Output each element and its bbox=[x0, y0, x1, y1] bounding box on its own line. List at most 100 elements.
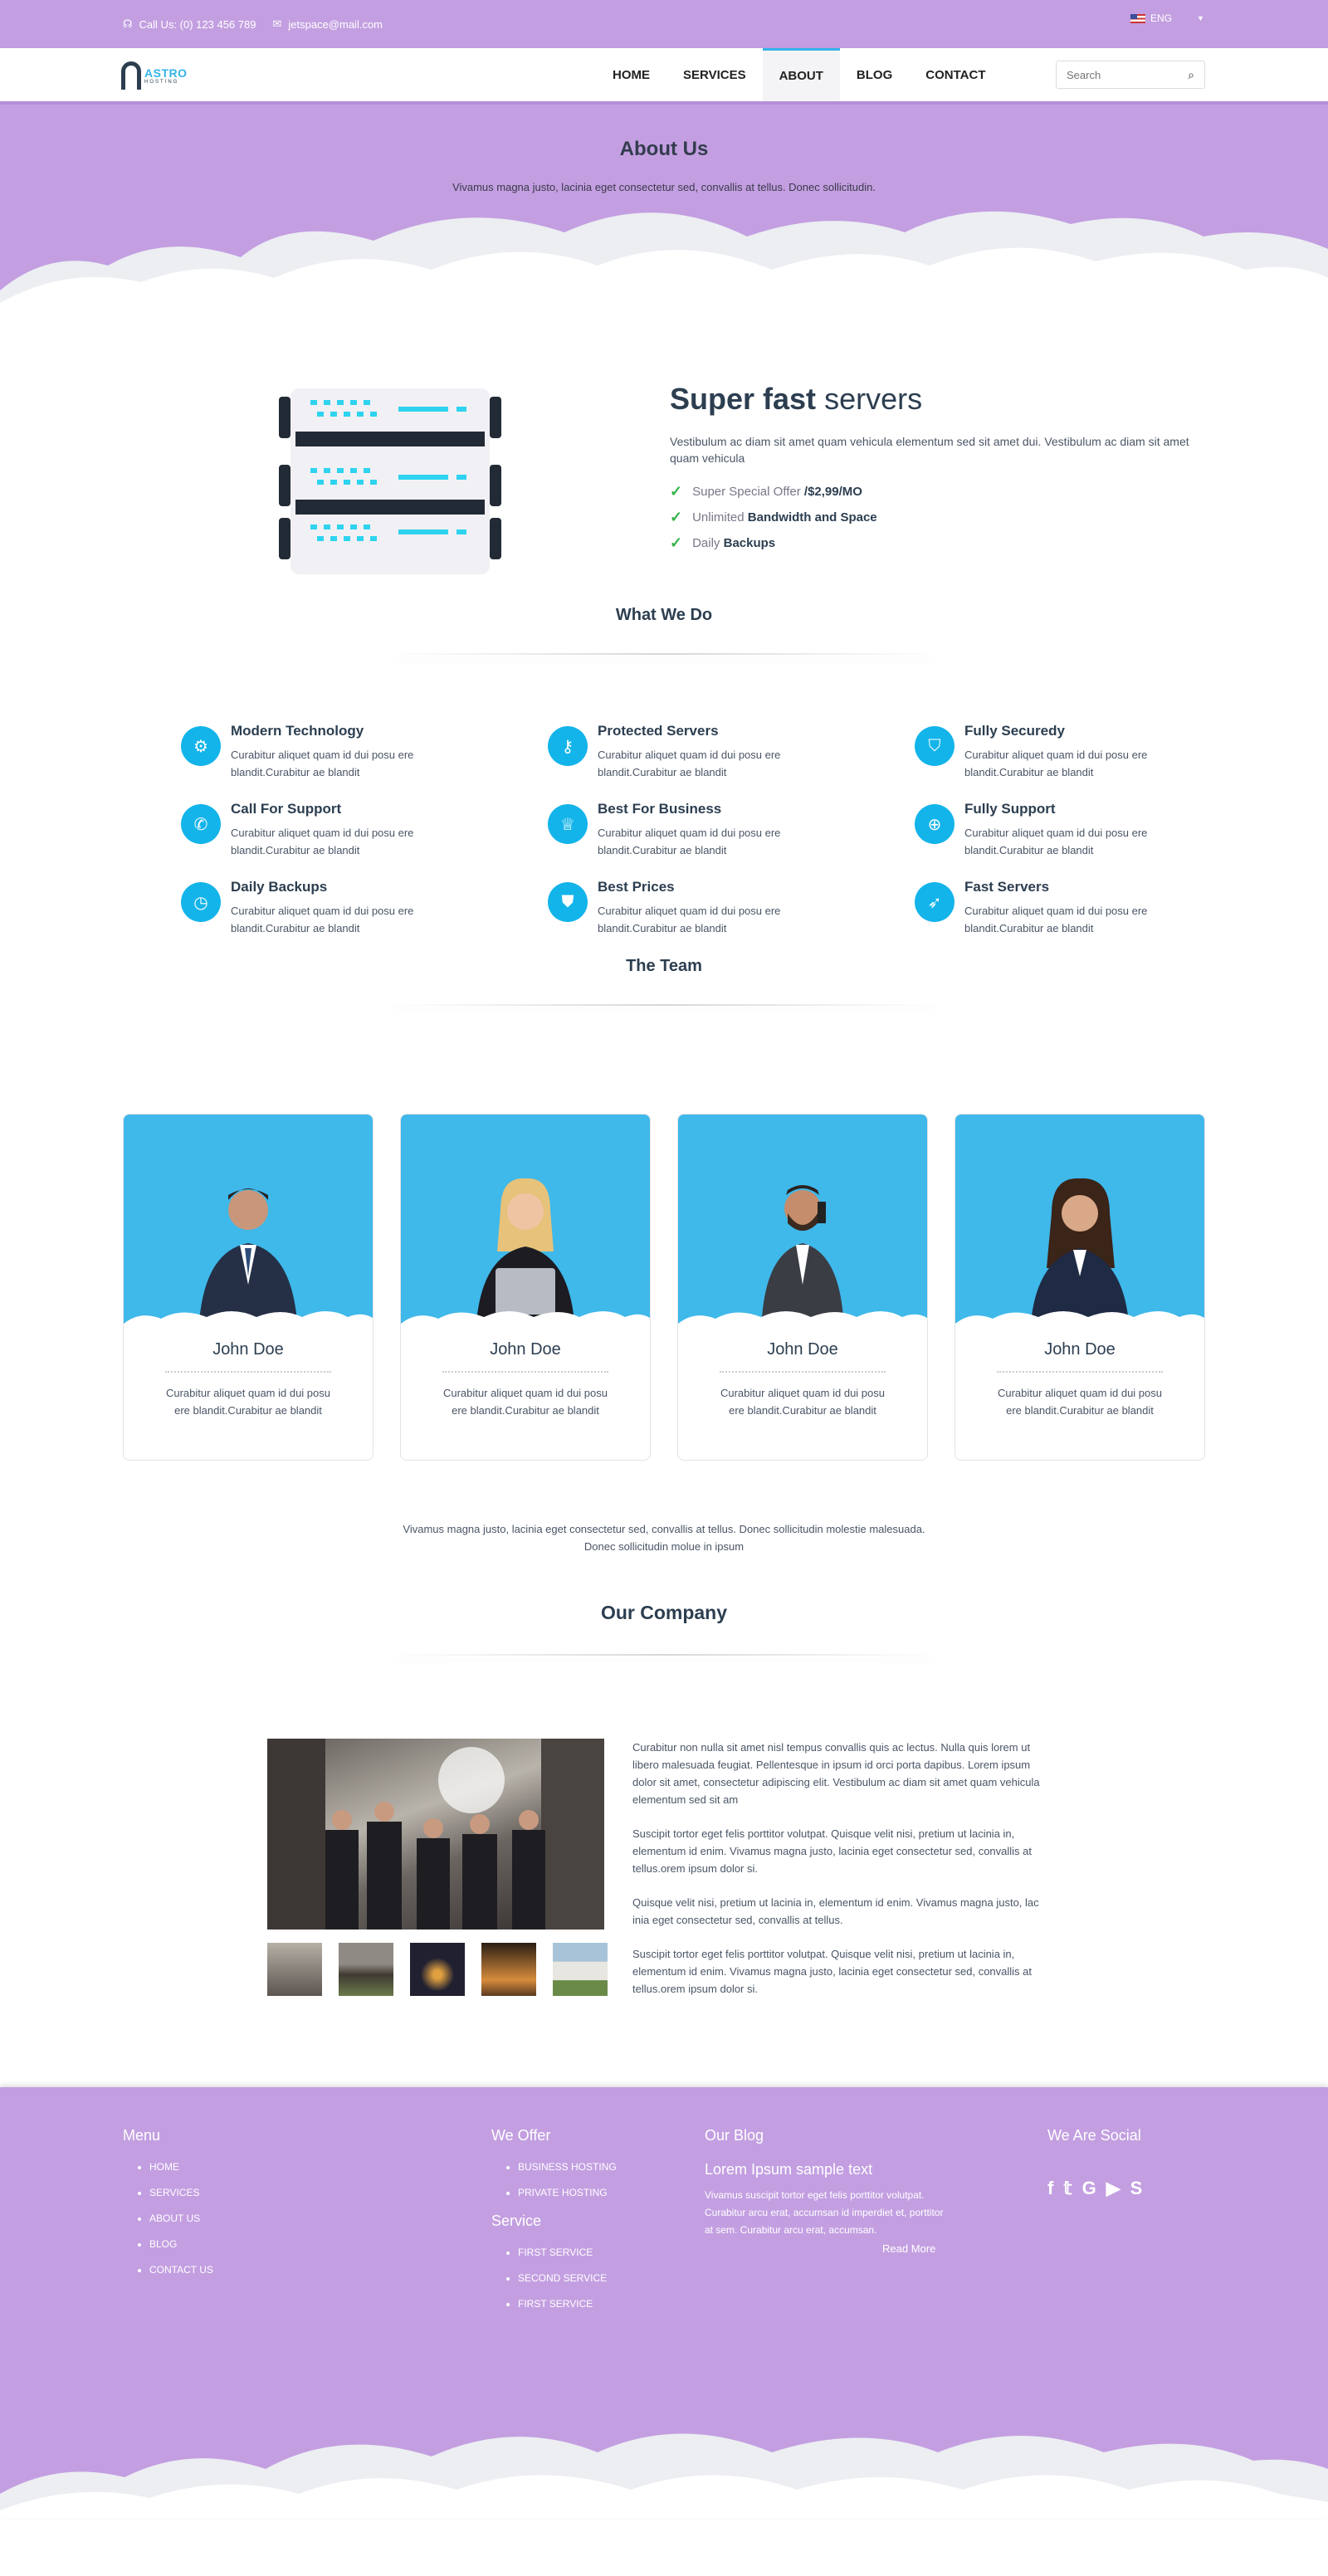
top-bar: ☊ Call Us: (0) 123 456 789 ✉ jetspace@mail… bbox=[0, 0, 1328, 48]
blog-heading[interactable]: Lorem Ipsum sample text bbox=[705, 2161, 945, 2178]
feature-item: ⚙ Modern Technology Curabitur aliquet quam… bbox=[181, 723, 430, 781]
member-bio: Curabitur aliquet quam id dui posu ere b… bbox=[442, 1387, 608, 1417]
team-photo bbox=[124, 1115, 373, 1330]
thumbnail[interactable] bbox=[267, 1943, 322, 1996]
feature-item: ⊕ Fully Support Curabitur aliquet quam id … bbox=[915, 801, 1164, 859]
search-input[interactable] bbox=[1067, 68, 1166, 81]
member-bio: Curabitur aliquet quam id dui posu ere b… bbox=[997, 1387, 1162, 1417]
servers-section: Super fast servers Vestibulum ac diam si… bbox=[0, 307, 1328, 606]
main-menu: HOME SERVICES ABOUT BLOG CONTACT bbox=[596, 48, 1002, 101]
team-card[interactable]: John Doe Curabitur aliquet quam id dui p… bbox=[123, 1114, 374, 1461]
footer-link[interactable]: SECOND SERVICE bbox=[518, 2272, 617, 2284]
servers-title: Super fast servers bbox=[670, 382, 923, 416]
clouds-decoration bbox=[678, 1311, 927, 1330]
footer-link[interactable]: FIRST SERVICE bbox=[518, 2247, 617, 2258]
clouds-decoration bbox=[124, 1311, 373, 1330]
footer-link[interactable]: BLOG bbox=[149, 2238, 213, 2250]
clouds-decoration bbox=[0, 2433, 1328, 2519]
feature-item: ◷ Daily Backups Curabitur aliquet quam id … bbox=[181, 879, 430, 937]
shield-icon: ⛉ bbox=[915, 726, 954, 766]
footer-social: We Are Social f 𝕥 G ▶ S bbox=[1047, 2127, 1143, 2199]
search-icon[interactable]: ⌕ bbox=[1188, 68, 1194, 82]
phone-icon: ✆ bbox=[181, 804, 221, 844]
thumbnail[interactable] bbox=[553, 1943, 608, 1996]
nav-about[interactable]: ABOUT bbox=[762, 48, 840, 101]
twitter-icon[interactable]: 𝕥 bbox=[1063, 2178, 1072, 2199]
facebook-icon[interactable]: f bbox=[1047, 2178, 1053, 2199]
chevron-down-icon: ▼ bbox=[1197, 14, 1204, 22]
nav-home[interactable]: HOME bbox=[596, 48, 666, 101]
logo[interactable]: ASTRO HOSTING bbox=[121, 61, 188, 90]
search-box: ⌕ bbox=[1056, 61, 1205, 89]
feature-item: ⚷ Protected Servers Curabitur aliquet quam… bbox=[548, 723, 797, 781]
team-card[interactable]: John Doe Curabitur aliquet quam id dui p… bbox=[677, 1114, 928, 1461]
footer: Menu HOME SERVICES ABOUT US BLOG CONTACT… bbox=[0, 2087, 1328, 2519]
language-selector[interactable]: ENG ▼ bbox=[1130, 12, 1204, 24]
footer-link[interactable]: PRIVATE HOSTING bbox=[518, 2187, 617, 2198]
company-header: Our Company bbox=[0, 1602, 1328, 1656]
feature-item: ➶ Fast Servers Curabitur aliquet quam id d… bbox=[915, 879, 1164, 937]
section-title: Our Company bbox=[600, 1602, 728, 1623]
phone-contact[interactable]: ☊ Call Us: (0) 123 456 789 bbox=[123, 17, 256, 31]
team-cards: John Doe Curabitur aliquet quam id dui p… bbox=[0, 1114, 1328, 1462]
footer-link[interactable]: SERVICES bbox=[149, 2187, 213, 2198]
footer-link[interactable]: ABOUT US bbox=[149, 2213, 213, 2224]
mail-icon: ✉ bbox=[272, 17, 282, 30]
footer-offer: We Offer BUSINESS HOSTING PRIVATE HOSTIN… bbox=[491, 2127, 617, 2324]
what-we-do-header: What We Do bbox=[0, 606, 1328, 655]
footer-menu: Menu HOME SERVICES ABOUT US BLOG CONTACT… bbox=[123, 2127, 213, 2290]
team-card[interactable]: John Doe Curabitur aliquet quam id dui p… bbox=[954, 1114, 1205, 1461]
member-name: John Doe bbox=[490, 1340, 561, 1359]
google-icon[interactable]: G bbox=[1082, 2178, 1096, 2199]
team-note: Vivamus magna justo, lacinia eget consec… bbox=[403, 1523, 925, 1553]
footer-link[interactable]: FIRST SERVICE bbox=[518, 2298, 617, 2310]
section-title: What We Do bbox=[615, 606, 713, 624]
list-item: ✓ Super Special Offer /$2,99/MO bbox=[670, 483, 862, 500]
check-icon: ✓ bbox=[670, 509, 683, 525]
thumbnail[interactable] bbox=[410, 1943, 465, 1996]
clouds-decoration bbox=[401, 1311, 650, 1330]
company-main-photo[interactable] bbox=[267, 1739, 604, 1930]
key-icon: ⚷ bbox=[548, 726, 588, 766]
logo-mark-icon bbox=[121, 61, 141, 90]
check-icon: ✓ bbox=[670, 483, 683, 500]
nav-contact[interactable]: CONTACT bbox=[909, 48, 1002, 101]
company-thumbnails bbox=[267, 1943, 608, 1996]
lifebuoy-icon: ⊕ bbox=[915, 804, 954, 844]
company-text: Curabitur non nulla sit amet nisl tempus… bbox=[632, 1741, 1040, 1995]
email-contact[interactable]: ✉ jetspace@mail.com bbox=[272, 17, 383, 31]
dotted-divider bbox=[442, 1371, 608, 1373]
team-photo bbox=[678, 1115, 927, 1330]
nav-blog[interactable]: BLOG bbox=[840, 48, 909, 101]
nav-services[interactable]: SERVICES bbox=[666, 48, 763, 101]
member-name: John Doe bbox=[767, 1340, 838, 1359]
thumbnail[interactable] bbox=[339, 1943, 393, 1996]
skype-icon[interactable]: S bbox=[1130, 2178, 1143, 2199]
feature-item: ✆ Call For Support Curabitur aliquet quam … bbox=[181, 801, 430, 859]
features-grid: ⚙ Modern Technology Curabitur aliquet quam… bbox=[0, 655, 1328, 945]
team-card[interactable]: John Doe Curabitur aliquet quam id dui p… bbox=[400, 1114, 651, 1461]
member-name: John Doe bbox=[212, 1340, 284, 1359]
thumbnail[interactable] bbox=[481, 1943, 536, 1996]
headset-icon: ☊ bbox=[123, 17, 133, 30]
member-bio: Curabitur aliquet quam id dui posu ere b… bbox=[165, 1387, 330, 1417]
section-title: The Team bbox=[626, 957, 702, 975]
footer-link[interactable]: CONTACT US bbox=[149, 2264, 213, 2276]
footer-link[interactable]: HOME bbox=[149, 2161, 213, 2173]
logo-name: ASTRO bbox=[144, 66, 188, 80]
youtube-icon[interactable]: ▶ bbox=[1106, 2178, 1120, 2199]
team-header: The Team bbox=[0, 957, 1328, 1006]
company-section: Curabitur non nulla sit amet nisl tempus… bbox=[0, 1656, 1328, 2046]
navbar: ASTRO HOSTING HOME SERVICES ABOUT BLOG C… bbox=[0, 48, 1328, 105]
logo-sub: HOSTING bbox=[144, 80, 179, 85]
server-rack-illustration bbox=[279, 388, 501, 574]
footer-link[interactable]: BUSINESS HOSTING bbox=[518, 2161, 617, 2173]
read-more-link[interactable]: Read More bbox=[882, 2242, 945, 2255]
check-icon: ✓ bbox=[670, 534, 683, 551]
team-photo bbox=[955, 1115, 1204, 1330]
feature-item: ⛊ Best Prices Curabitur aliquet quam id du… bbox=[548, 879, 797, 937]
feature-item: ♕ Best For Business Curabitur aliquet quam… bbox=[548, 801, 797, 859]
blog-text: Vivamus suscipit tortor eget felis portt… bbox=[705, 2189, 944, 2236]
list-item: ✓ Unlimited Bandwidth and Space bbox=[670, 509, 877, 525]
page-title: About Us bbox=[619, 138, 709, 160]
